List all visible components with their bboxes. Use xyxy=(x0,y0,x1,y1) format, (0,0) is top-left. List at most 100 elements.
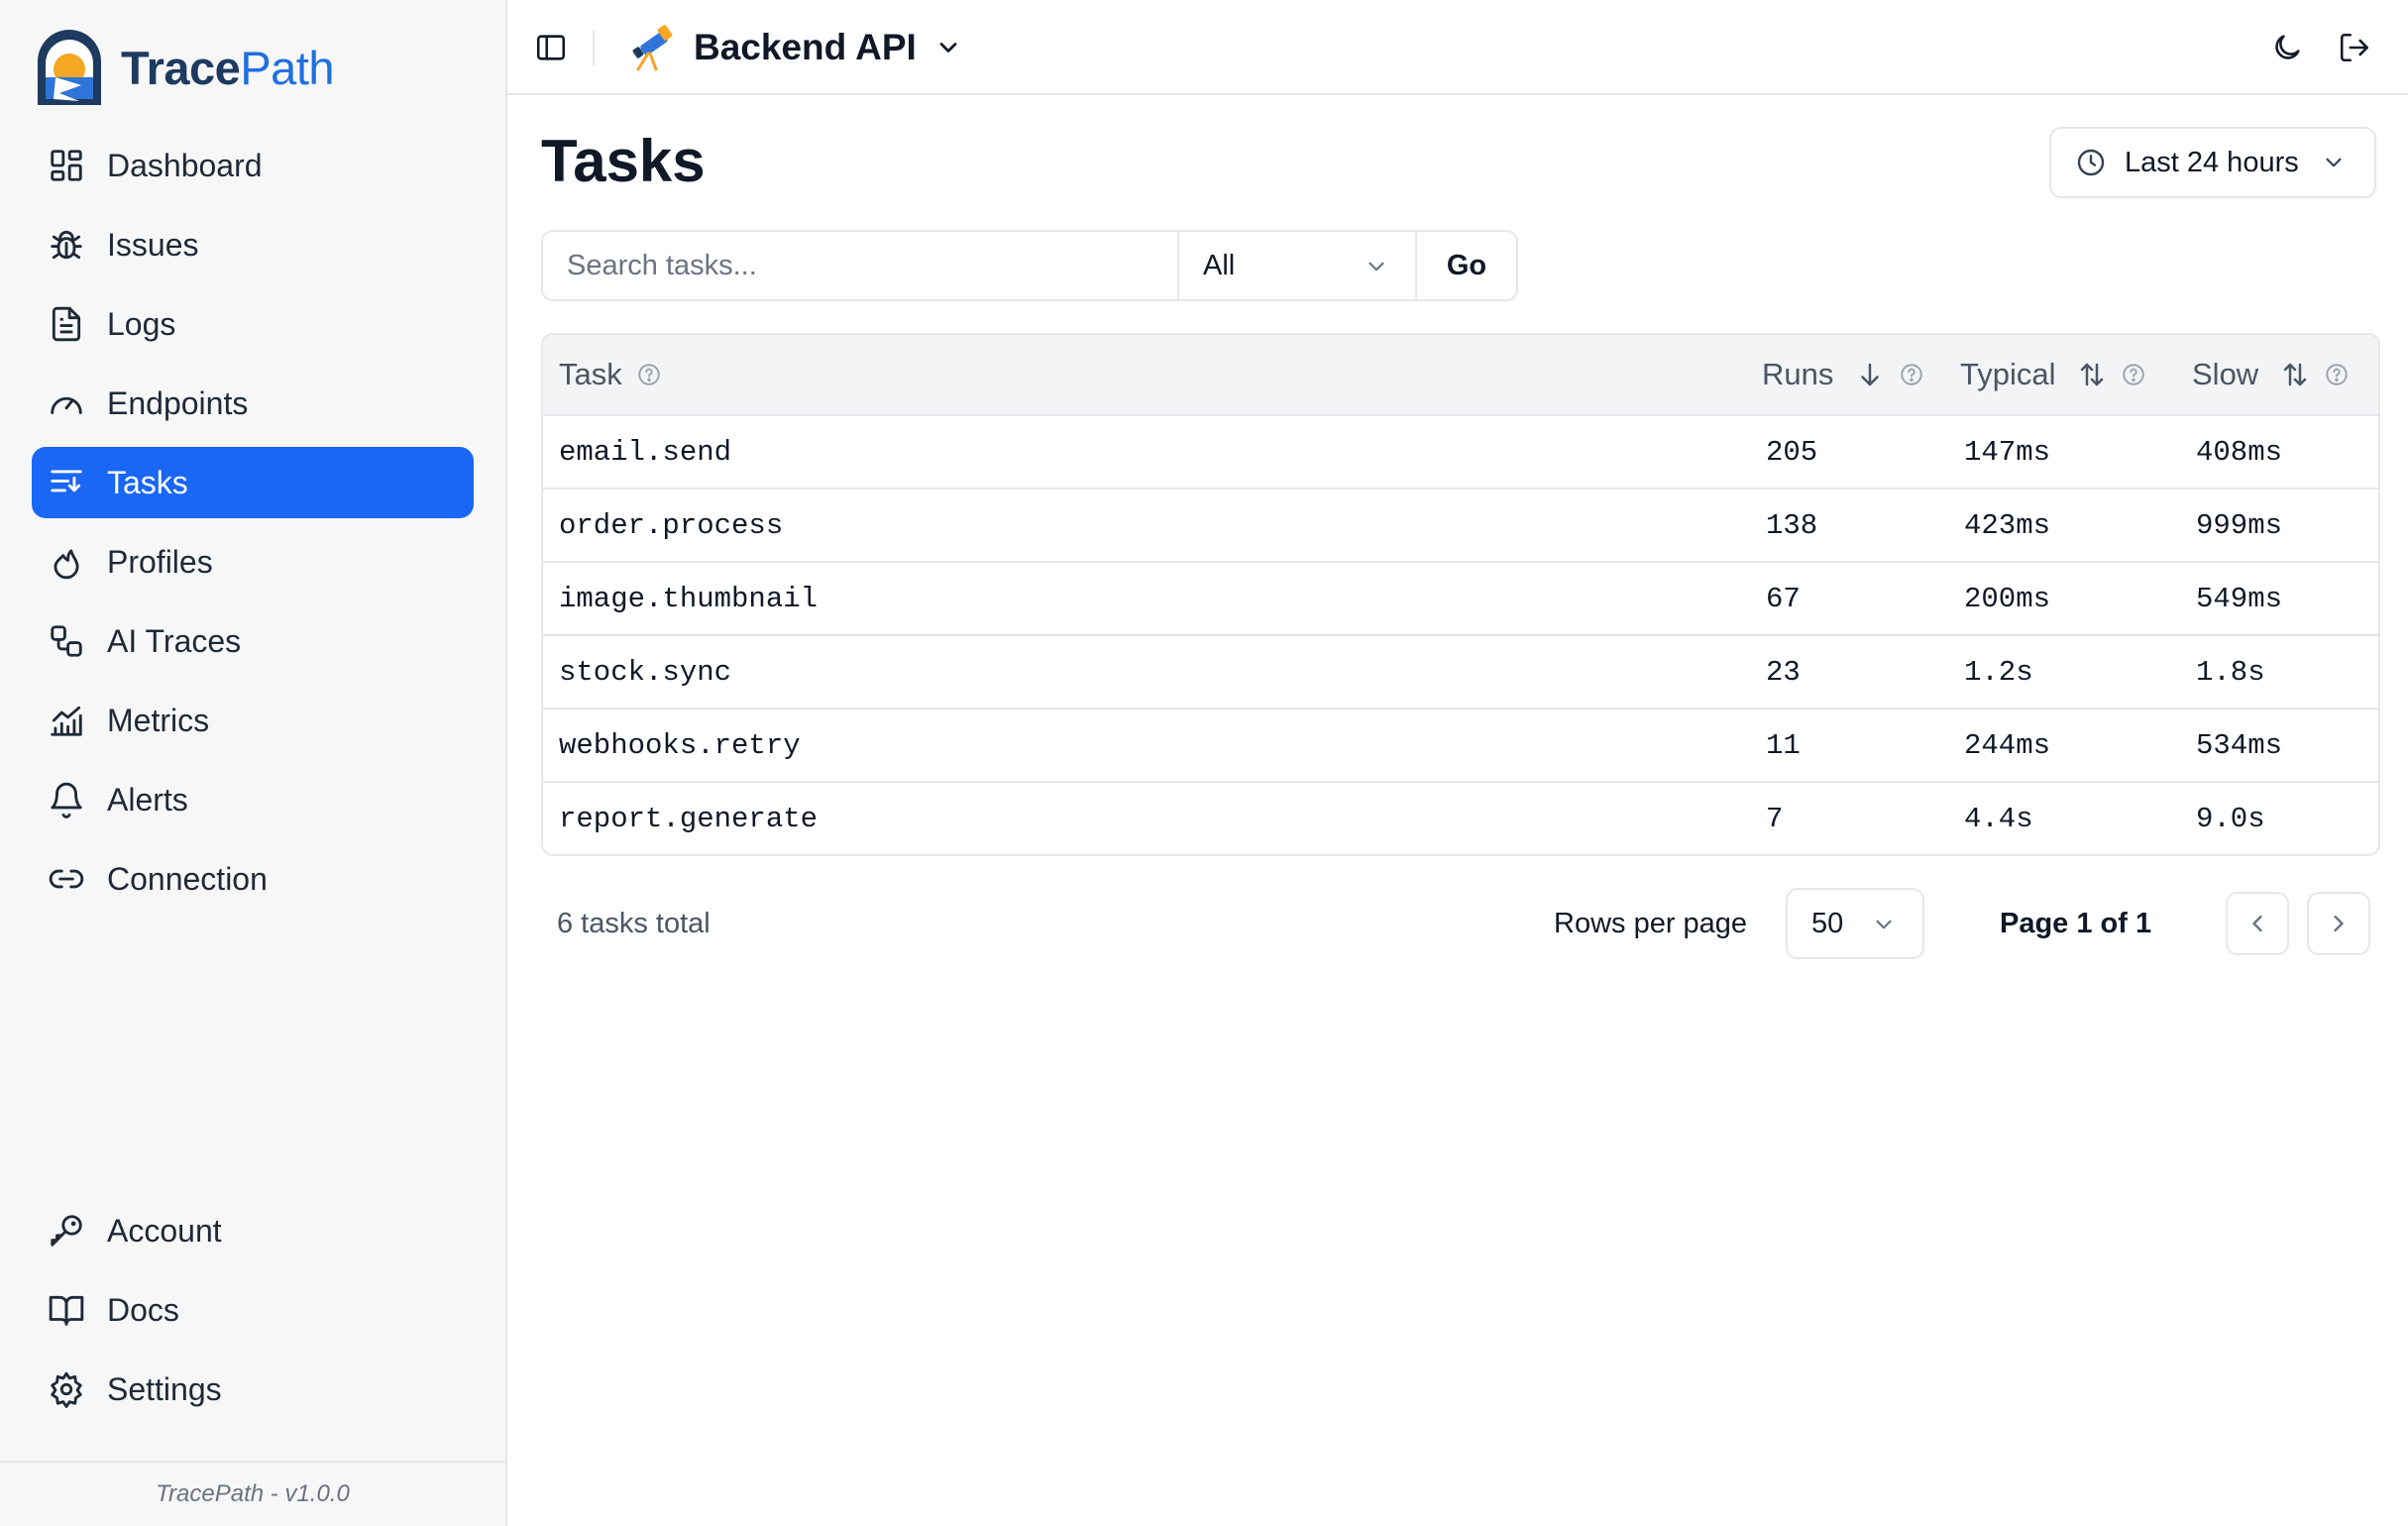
sidebar-item-ai-traces[interactable]: AI Traces xyxy=(32,605,474,677)
rows-per-page-select[interactable]: 50 xyxy=(1786,888,1924,959)
sidebar: TracePath Dashboard Issues Logs Endpoint… xyxy=(0,0,507,1526)
sidebar-item-label: AI Traces xyxy=(107,622,242,659)
table-row[interactable]: webhooks.retry 11 244ms 534ms xyxy=(543,709,2378,783)
bug-icon xyxy=(51,230,82,260)
sidebar-item-account[interactable]: Account xyxy=(32,1195,474,1266)
column-header-runs[interactable]: Runs xyxy=(1762,335,1924,414)
task-name: image.thumbnail xyxy=(559,582,819,615)
chevron-down-icon xyxy=(939,43,957,53)
chevron-right-icon xyxy=(2334,915,2344,932)
pagination-bar: 6 tasks total Rows per page 50 Page 1 of… xyxy=(541,888,2380,959)
task-typical: 244ms xyxy=(1964,728,2051,762)
go-button[interactable]: Go xyxy=(1415,232,1516,299)
column-header-slow[interactable]: Slow xyxy=(2192,335,2350,414)
sidebar-item-settings[interactable]: Settings xyxy=(32,1354,474,1425)
task-slow: 9.0s xyxy=(2196,802,2265,835)
task-name: stock.sync xyxy=(559,655,732,689)
task-runs: 138 xyxy=(1766,508,1818,542)
book-icon xyxy=(49,1295,84,1326)
sort-descending-icon[interactable] xyxy=(1855,360,1885,389)
topbar: Backend API xyxy=(507,0,2408,95)
help-icon[interactable] xyxy=(1899,362,1924,387)
column-label: Typical xyxy=(1960,357,2056,391)
help-icon[interactable] xyxy=(2324,362,2350,387)
project-name: Backend API xyxy=(694,27,917,67)
sidebar-item-logs[interactable]: Logs xyxy=(32,288,474,360)
task-name: email.send xyxy=(559,435,732,469)
brand-name: TracePath xyxy=(121,41,335,94)
bell-icon xyxy=(51,782,82,818)
logout-icon xyxy=(2340,33,2369,62)
task-typical: 423ms xyxy=(1964,508,2051,542)
task-slow: 534ms xyxy=(2196,728,2283,762)
task-runs: 11 xyxy=(1766,728,1801,762)
brand[interactable]: TracePath xyxy=(34,26,335,109)
toggle-sidebar-button[interactable] xyxy=(533,30,569,65)
project-switcher[interactable]: Backend API xyxy=(626,20,962,75)
logout-button[interactable] xyxy=(2337,30,2372,65)
column-label: Task xyxy=(559,357,622,391)
task-typical: 4.4s xyxy=(1964,802,2033,835)
sidebar-item-label: Connection xyxy=(107,860,268,897)
rows-per-page-label: Rows per page xyxy=(1554,908,1748,939)
sidebar-item-label: Metrics xyxy=(107,702,210,738)
sidebar-item-tasks[interactable]: Tasks xyxy=(32,447,474,518)
table-row[interactable]: email.send 205 147ms 408ms xyxy=(543,416,2378,490)
table-row[interactable]: stock.sync 23 1.2s 1.8s xyxy=(543,636,2378,709)
sidebar-item-label: Dashboard xyxy=(107,147,263,183)
time-range-label: Last 24 hours xyxy=(2125,146,2299,178)
time-range-picker[interactable]: Last 24 hours xyxy=(2049,127,2376,198)
column-header-typical[interactable]: Typical xyxy=(1960,335,2146,414)
sidebar-item-label: Endpoints xyxy=(107,384,249,421)
sidebar-item-alerts[interactable]: Alerts xyxy=(32,764,474,835)
chart-icon xyxy=(51,706,82,736)
sidebar-nav: Dashboard Issues Logs Endpoints Tasks Pr… xyxy=(32,130,474,923)
sidebar-item-dashboard[interactable]: Dashboard xyxy=(32,130,474,201)
chevron-down-icon xyxy=(2326,158,2342,167)
sidebar-item-endpoints[interactable]: Endpoints xyxy=(32,368,474,439)
sidebar-item-metrics[interactable]: Metrics xyxy=(32,685,474,756)
next-page-button[interactable] xyxy=(2307,892,2370,955)
main-content: Backend API Tasks Last 24 hours All Go xyxy=(507,0,2408,1526)
version-footer: TracePath - v1.0.0 xyxy=(0,1461,505,1526)
sort-icon[interactable] xyxy=(2077,360,2107,389)
sidebar-item-label: Settings xyxy=(107,1370,222,1407)
task-slow: 549ms xyxy=(2196,582,2283,615)
sidebar-item-profiles[interactable]: Profiles xyxy=(32,526,474,598)
task-name: report.generate xyxy=(559,802,819,835)
sidebar-item-connection[interactable]: Connection xyxy=(32,843,474,915)
sort-icon[interactable] xyxy=(2280,360,2310,389)
page-title: Tasks xyxy=(541,128,706,194)
topbar-divider xyxy=(593,30,595,65)
sidebar-item-label: Docs xyxy=(107,1291,179,1328)
dashboard-icon xyxy=(51,150,82,181)
task-typical: 200ms xyxy=(1964,582,2051,615)
task-name: order.process xyxy=(559,508,784,542)
column-label: Runs xyxy=(1762,357,1834,391)
table-row[interactable]: image.thumbnail 67 200ms 549ms xyxy=(543,563,2378,636)
key-icon xyxy=(51,1215,82,1247)
tasks-table: Task Runs Typical Slow email.send 205 14… xyxy=(541,333,2380,856)
column-label: Slow xyxy=(2192,357,2259,391)
sidebar-item-label: Tasks xyxy=(107,464,188,500)
previous-page-button[interactable] xyxy=(2226,892,2289,955)
help-icon[interactable] xyxy=(2121,362,2146,387)
sidebar-item-label: Profiles xyxy=(107,543,213,580)
sidebar-item-issues[interactable]: Issues xyxy=(32,209,474,280)
search-input[interactable] xyxy=(543,232,1177,299)
link-icon xyxy=(49,869,84,889)
moon-icon xyxy=(2275,35,2300,59)
theme-toggle-button[interactable] xyxy=(2269,30,2305,65)
sidebar-item-label: Account xyxy=(107,1212,222,1249)
help-icon[interactable] xyxy=(636,362,662,387)
gauge-icon xyxy=(51,396,82,414)
task-runs: 7 xyxy=(1766,802,1784,835)
table-row[interactable]: order.process 138 423ms 999ms xyxy=(543,490,2378,563)
sidebar-toggle-icon xyxy=(536,35,566,60)
task-slow: 999ms xyxy=(2196,508,2283,542)
task-typical: 1.2s xyxy=(1964,655,2033,689)
status-filter-select[interactable]: All xyxy=(1177,232,1415,299)
table-row[interactable]: report.generate 7 4.4s 9.0s xyxy=(543,783,2378,854)
sidebar-item-docs[interactable]: Docs xyxy=(32,1274,474,1346)
gear-icon xyxy=(51,1371,82,1408)
